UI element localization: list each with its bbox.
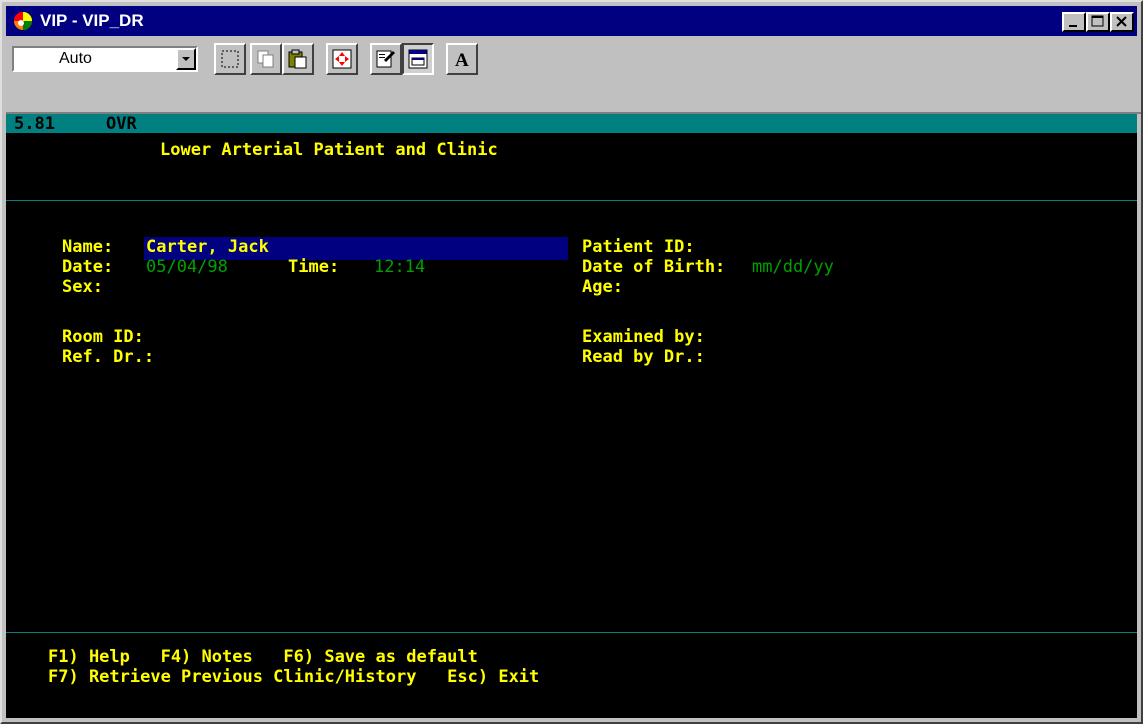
- copy-icon: [257, 50, 274, 68]
- version-text: 5.81: [14, 114, 55, 134]
- fullscreen-button[interactable]: [326, 43, 358, 75]
- ref-dr-label: Ref. Dr.:: [62, 347, 155, 367]
- title-bar[interactable]: VIP - VIP_DR: [6, 6, 1137, 36]
- maximize-icon: [1091, 15, 1104, 27]
- dropdown-button[interactable]: [176, 48, 196, 70]
- properties-button[interactable]: [370, 43, 402, 75]
- close-icon: [1116, 16, 1127, 27]
- font-size-value: Auto: [59, 50, 92, 67]
- console-screen[interactable]: 5.81 OVR Lower Arterial Patient and Clin…: [6, 114, 1137, 718]
- paste-button[interactable]: [282, 43, 314, 75]
- svg-text:A: A: [455, 50, 469, 70]
- sex-label: Sex:: [62, 277, 103, 297]
- window-title: VIP - VIP_DR: [40, 11, 144, 30]
- patient-id-label: Patient ID:: [582, 237, 695, 257]
- close-button[interactable]: [1110, 12, 1134, 32]
- dob-value[interactable]: mm/dd/yy: [752, 257, 834, 277]
- minimize-button[interactable]: [1062, 12, 1086, 32]
- footer-keys-line-1: F1) Help F4) Notes F6) Save as default: [48, 647, 478, 667]
- footer-keys-line-2: F7) Retrieve Previous Clinic/History Esc…: [48, 667, 540, 687]
- screen-header: Lower Arterial Patient and Clinic: [160, 140, 498, 160]
- name-label: Name:: [62, 237, 114, 257]
- name-value[interactable]: Carter, Jack: [146, 237, 269, 257]
- time-label: Time:: [288, 257, 340, 277]
- date-label: Date:: [62, 257, 114, 277]
- examined-by-label: Examined by:: [582, 327, 705, 347]
- font-icon: A: [455, 50, 469, 70]
- read-by-label: Read by Dr.:: [582, 347, 705, 367]
- font-button[interactable]: A: [446, 43, 478, 75]
- chevron-down-icon: [182, 57, 190, 61]
- font-size-select[interactable]: Auto: [12, 46, 198, 72]
- app-window: VIP - VIP_DR Auto A 5.81 OVR Lower Arter…: [0, 0, 1143, 724]
- fullscreen-icon: [332, 49, 352, 69]
- minimize-icon: [1069, 25, 1077, 27]
- maximize-button[interactable]: [1086, 12, 1110, 32]
- mark-icon: [221, 50, 239, 68]
- paste-icon: [288, 49, 307, 69]
- vip-app-icon: [14, 12, 32, 30]
- background-icon: [408, 49, 428, 69]
- mark-button[interactable]: [214, 43, 246, 75]
- properties-icon: [376, 50, 395, 68]
- mode-indicator: OVR: [106, 114, 137, 134]
- copy-button[interactable]: [250, 43, 282, 75]
- time-value[interactable]: 12:14: [374, 257, 425, 277]
- room-id-label: Room ID:: [62, 327, 144, 347]
- status-strip: [6, 114, 1137, 133]
- footer-divider: [6, 632, 1137, 633]
- age-label: Age:: [582, 277, 623, 297]
- header-divider: [6, 200, 1137, 201]
- dob-label: Date of Birth:: [582, 257, 726, 277]
- toolbar: Auto A: [6, 40, 1137, 78]
- date-value[interactable]: 05/04/98: [146, 257, 228, 277]
- background-button[interactable]: [402, 43, 434, 75]
